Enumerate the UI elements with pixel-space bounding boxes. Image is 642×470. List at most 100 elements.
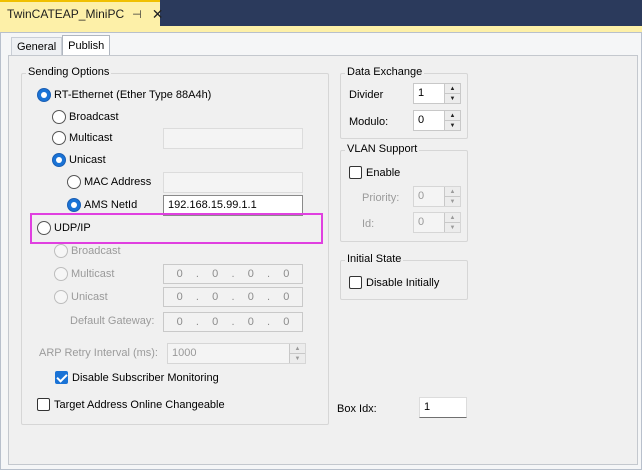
unicast-label: Unicast bbox=[69, 154, 106, 166]
publish-page: Sending Options RT-Ethernet (Ether Type … bbox=[8, 55, 638, 465]
initial-state-title: Initial State bbox=[345, 253, 404, 265]
data-exchange-title: Data Exchange bbox=[345, 66, 425, 78]
tab-publish[interactable]: Publish bbox=[62, 35, 111, 55]
priority-stepper[interactable]: 0 ▲ ▼ bbox=[413, 186, 461, 207]
disable-initially-label: Disable Initially bbox=[366, 276, 440, 289]
document-tab-title: TwinCATEAP_MiniPC bbox=[7, 7, 125, 21]
vlan-id-label: Id: bbox=[362, 218, 375, 230]
spin-down-icon[interactable]: ▼ bbox=[445, 120, 460, 130]
tab-general[interactable]: General bbox=[11, 37, 63, 55]
spin-up-icon[interactable]: ▲ bbox=[445, 84, 460, 93]
vlan-id-stepper[interactable]: 0 ▲ ▼ bbox=[413, 212, 461, 233]
target-address-changeable-checkbox[interactable]: Target Address Online Changeable bbox=[37, 398, 225, 411]
modulo-value: 0 bbox=[418, 114, 425, 126]
ip-octet: 0 bbox=[283, 316, 290, 328]
udp-unicast-label: Unicast bbox=[71, 291, 108, 303]
close-icon[interactable]: ✕ bbox=[152, 6, 164, 23]
radio-selected-icon bbox=[67, 198, 81, 212]
ams-netid-radio[interactable]: AMS NetId bbox=[67, 198, 137, 212]
ip-octet: 0 bbox=[176, 316, 183, 328]
modulo-stepper[interactable]: 0 ▲ ▼ bbox=[413, 110, 461, 131]
ip-octet: 0 bbox=[247, 268, 254, 280]
udp-multicast-label: Multicast bbox=[71, 268, 115, 280]
spin-down-icon[interactable]: ▼ bbox=[445, 93, 460, 103]
multicast-radio[interactable]: Multicast bbox=[52, 131, 112, 145]
spin-down-icon[interactable]: ▼ bbox=[290, 353, 305, 363]
radio-selected-icon bbox=[52, 153, 66, 167]
radio-icon bbox=[52, 131, 66, 145]
spin-up-icon[interactable]: ▲ bbox=[290, 344, 305, 353]
checkbox-icon bbox=[349, 166, 362, 179]
arp-retry-label: ARP Retry Interval (ms): bbox=[39, 347, 158, 359]
sending-options-title: Sending Options bbox=[26, 66, 112, 78]
ip-octet: 0 bbox=[176, 291, 183, 303]
ip-octet: 0 bbox=[247, 291, 254, 303]
ams-netid-label: AMS NetId bbox=[84, 199, 138, 211]
priority-value: 0 bbox=[418, 190, 425, 202]
radio-icon bbox=[54, 290, 68, 304]
divider-stepper[interactable]: 1 ▲ ▼ bbox=[413, 83, 461, 104]
document-tab[interactable]: TwinCATEAP_MiniPC ⊣ ✕ bbox=[0, 0, 163, 26]
unicast-radio[interactable]: Unicast bbox=[52, 153, 106, 167]
radio-icon bbox=[54, 267, 68, 281]
vlan-enable-checkbox[interactable]: Enable bbox=[349, 166, 400, 179]
spin-down-icon[interactable]: ▼ bbox=[445, 222, 460, 232]
radio-icon bbox=[52, 110, 66, 124]
target-address-changeable-label: Target Address Online Changeable bbox=[54, 398, 225, 411]
spin-up-icon[interactable]: ▲ bbox=[445, 111, 460, 120]
udp-broadcast-radio[interactable]: Broadcast bbox=[54, 244, 121, 258]
ip-octet: 0 bbox=[247, 316, 254, 328]
rt-ethernet-radio[interactable]: RT-Ethernet (Ether Type 88A4h) bbox=[37, 88, 211, 102]
vlan-enable-label: Enable bbox=[366, 166, 401, 179]
ip-octet: 0 bbox=[212, 291, 219, 303]
ams-netid-input[interactable]: 192.168.15.99.1.1 bbox=[163, 195, 303, 216]
disable-subscriber-monitoring-label: Disable Subscriber Monitoring bbox=[72, 371, 219, 384]
default-gateway-ip-field[interactable]: 0. 0. 0. 0 bbox=[163, 312, 303, 332]
ip-octet: 0 bbox=[212, 268, 219, 280]
arp-retry-value: 1000 bbox=[172, 347, 197, 359]
udp-unicast-ip-field[interactable]: 0. 0. 0. 0 bbox=[163, 287, 303, 307]
ip-octet: 0 bbox=[283, 291, 290, 303]
udp-multicast-radio[interactable]: Multicast bbox=[54, 267, 114, 281]
priority-label: Priority: bbox=[362, 192, 400, 204]
radio-selected-icon bbox=[37, 88, 51, 102]
radio-icon bbox=[37, 221, 51, 235]
checkbox-checked-icon bbox=[55, 371, 68, 384]
udp-ip-radio[interactable]: UDP/IP bbox=[37, 221, 91, 235]
ip-octet: 0 bbox=[212, 316, 219, 328]
pin-icon[interactable]: ⊣ bbox=[132, 8, 142, 21]
property-tabs: General Publish bbox=[11, 35, 111, 55]
multicast-label: Multicast bbox=[69, 132, 113, 144]
radio-icon bbox=[67, 175, 81, 189]
vlan-support-title: VLAN Support bbox=[345, 143, 420, 155]
mac-address-radio[interactable]: MAC Address bbox=[67, 175, 151, 189]
ip-octet: 0 bbox=[283, 268, 290, 280]
checkbox-icon bbox=[37, 398, 50, 411]
ip-octet: 0 bbox=[176, 268, 183, 280]
box-idx-label: Box Idx: bbox=[337, 403, 377, 415]
broadcast-label: Broadcast bbox=[69, 111, 119, 123]
editor-content: General Publish Sending Options RT-Ether… bbox=[0, 32, 642, 470]
rt-ethernet-label: RT-Ethernet (Ether Type 88A4h) bbox=[54, 89, 212, 101]
udp-broadcast-label: Broadcast bbox=[71, 245, 121, 257]
multicast-address-field[interactable] bbox=[163, 128, 303, 149]
radio-icon bbox=[54, 244, 68, 258]
default-gateway-label: Default Gateway: bbox=[70, 315, 155, 327]
mac-address-field[interactable] bbox=[163, 172, 303, 193]
spin-down-icon[interactable]: ▼ bbox=[445, 196, 460, 206]
box-idx-input[interactable]: 1 bbox=[419, 397, 467, 418]
divider-label: Divider bbox=[349, 89, 384, 101]
spin-up-icon[interactable]: ▲ bbox=[445, 187, 460, 196]
udp-ip-label: UDP/IP bbox=[54, 222, 91, 234]
udp-unicast-radio[interactable]: Unicast bbox=[54, 290, 108, 304]
modulo-label: Modulo: bbox=[349, 116, 389, 128]
spin-up-icon[interactable]: ▲ bbox=[445, 213, 460, 222]
disable-subscriber-monitoring-checkbox[interactable]: Disable Subscriber Monitoring bbox=[55, 371, 219, 384]
broadcast-radio[interactable]: Broadcast bbox=[52, 110, 119, 124]
vlan-id-value: 0 bbox=[418, 216, 425, 228]
arp-retry-stepper[interactable]: 1000 ▲ ▼ bbox=[167, 343, 306, 364]
udp-multicast-ip-field[interactable]: 0. 0. 0. 0 bbox=[163, 264, 303, 284]
disable-initially-checkbox[interactable]: Disable Initially bbox=[349, 276, 439, 289]
checkbox-icon bbox=[349, 276, 362, 289]
mac-address-label: MAC Address bbox=[84, 176, 152, 188]
